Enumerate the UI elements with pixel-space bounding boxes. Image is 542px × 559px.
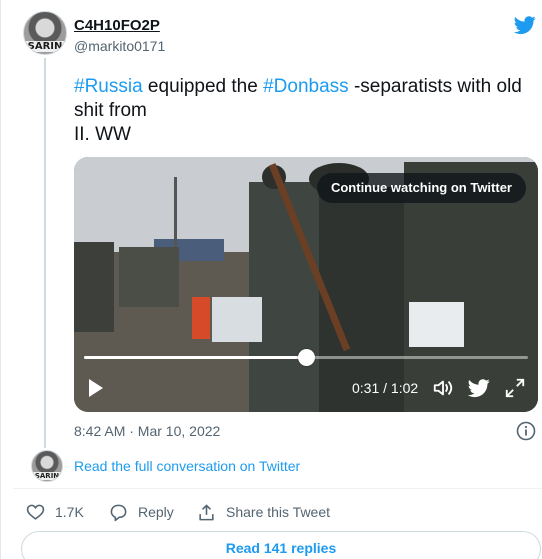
thread-line [44,58,46,448]
tweet-text-segment: equipped the [142,76,264,97]
video-progress-bar[interactable] [84,349,528,366]
embedded-tweet-card: SARIN C4H10FO2P @markito0171 #Russia equ… [0,0,542,559]
avatar-label: SARIN [24,41,66,52]
reply-label: Reply [138,504,174,520]
share-icon [199,504,214,520]
read-conversation-link[interactable]: Read the full conversation on Twitter [74,458,300,474]
share-label: Share this Tweet [226,504,331,520]
reply-button[interactable]: Reply [109,502,174,522]
tweet-timestamp[interactable]: 8:42 AM · Mar 10, 2022 [74,423,220,439]
video-time: 0:31 / 1:02 [352,380,419,396]
share-button[interactable]: Share this Tweet [197,502,330,522]
continue-watching-button[interactable]: Continue watching on Twitter [316,173,526,203]
video-player[interactable]: Continue watching on Twitter 0:31 / 1:02 [74,157,538,412]
hashtag-link[interactable]: #Russia [74,76,143,97]
twitter-logo-icon[interactable] [513,14,537,36]
like-count: 1.7K [55,504,84,520]
author-handle[interactable]: @markito0171 [74,38,165,54]
volume-icon[interactable] [432,377,454,399]
twitter-small-icon[interactable] [468,377,490,399]
video-scrub-handle[interactable] [298,349,315,366]
heart-icon [26,504,45,520]
fullscreen-icon[interactable] [504,377,526,399]
read-replies-button[interactable]: Read 141 replies [21,531,541,559]
divider [13,488,542,489]
like-button[interactable]: 1.7K [26,502,84,522]
tweet-text-line: II. WW [74,124,131,145]
tweet-text: #Russia equipped the #Donbass -separatis… [74,75,524,147]
play-icon[interactable] [88,378,104,398]
author-avatar[interactable]: SARIN [23,11,67,55]
author-display-name[interactable]: C4H10FO2P [74,17,160,34]
hashtag-link[interactable]: #Donbass [263,76,349,97]
avatar-label: SARIN [32,472,62,480]
info-icon[interactable] [516,421,536,441]
video-progress-fill [84,356,306,359]
reply-icon [110,504,127,521]
conversation-avatar[interactable]: SARIN [31,450,63,482]
